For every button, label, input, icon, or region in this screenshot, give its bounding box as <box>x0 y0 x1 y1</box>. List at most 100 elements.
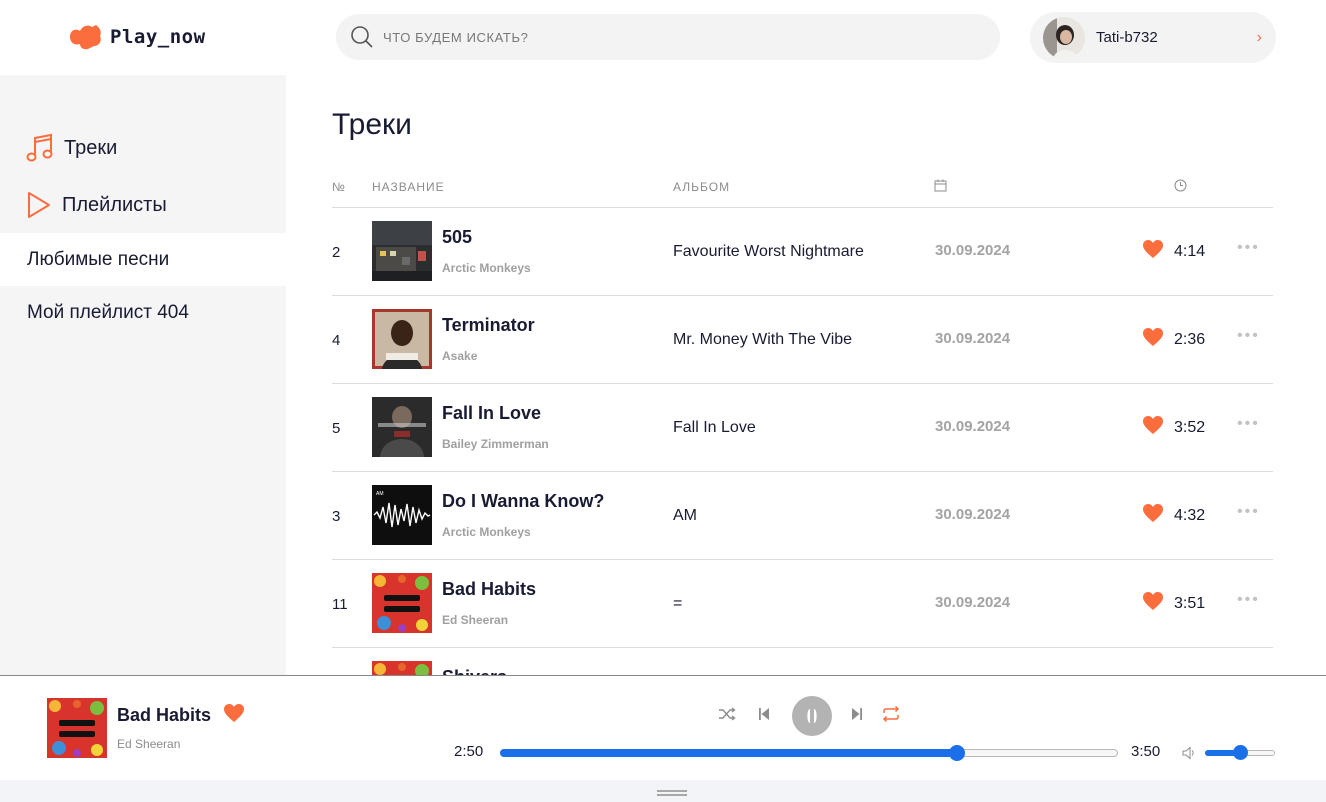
track-duration: 4:14 <box>1174 243 1206 260</box>
track-number: 11 <box>332 596 348 613</box>
sidebar: Треки Плейлисты Любимые песни Мой плейли… <box>0 75 286 675</box>
track-album[interactable]: Fall In Love <box>673 419 756 437</box>
shuffle-icon[interactable] <box>718 706 736 722</box>
album-cover <box>372 309 432 369</box>
more-options-button[interactable]: ••• <box>1237 503 1260 521</box>
track-artist[interactable]: Ed Sheeran <box>442 613 508 627</box>
logo-text: Play_now <box>110 26 206 48</box>
clock-icon <box>1174 179 1187 192</box>
sidebar-item-label: Плейлисты <box>62 193 167 216</box>
progress-fill <box>500 749 956 757</box>
track-album[interactable]: = <box>673 595 682 613</box>
track-number: 2 <box>332 244 341 261</box>
track-date: 30.09.2024 <box>935 594 1011 611</box>
progress-slider[interactable] <box>500 745 1118 761</box>
search-bar[interactable] <box>336 14 1000 60</box>
album-cover <box>372 397 432 457</box>
more-options-button[interactable]: ••• <box>1237 591 1260 609</box>
previous-track-icon[interactable] <box>758 707 770 721</box>
track-row[interactable]: 5 Fall In Love Bailey Zimmerman Fall In … <box>332 384 1273 472</box>
chevron-right-icon: › <box>1256 29 1262 46</box>
track-artist[interactable]: Asake <box>442 349 477 363</box>
track-row[interactable]: 2 505 Arctic Monkeys Favourite Worst Nig… <box>332 208 1273 296</box>
sidebar-item-label: Треки <box>64 136 118 159</box>
column-header-album: АЛЬБОМ <box>673 180 731 194</box>
track-album[interactable]: AM <box>673 507 697 525</box>
track-date: 30.09.2024 <box>935 506 1011 523</box>
track-artist[interactable]: Bailey Zimmerman <box>442 437 549 451</box>
album-cover <box>372 221 432 281</box>
sidebar-item-tracks[interactable]: Треки <box>26 133 117 163</box>
track-album[interactable]: Favourite Worst Nightmare <box>673 243 864 261</box>
heart-icon[interactable] <box>1142 503 1164 523</box>
track-row[interactable]: Shivers <box>332 648 1273 675</box>
track-number: 3 <box>332 508 341 525</box>
track-number: 4 <box>332 332 341 349</box>
playlist-label: Мой плейлист 404 <box>27 301 189 323</box>
more-options-button[interactable]: ••• <box>1237 415 1260 433</box>
pause-button[interactable] <box>792 696 832 736</box>
track-title[interactable]: Terminator <box>442 315 535 336</box>
heart-icon[interactable] <box>1142 415 1164 435</box>
more-options-button[interactable]: ••• <box>1237 239 1260 257</box>
playlist-item-favorites[interactable]: Любимые песни <box>0 233 286 286</box>
track-title[interactable]: Bad Habits <box>442 579 536 600</box>
track-album[interactable]: Mr. Money With The Vibe <box>673 331 852 349</box>
track-date: 30.09.2024 <box>935 242 1011 259</box>
heart-icon[interactable] <box>1142 591 1164 611</box>
current-time: 2:50 <box>454 743 484 760</box>
now-playing-title[interactable]: Bad Habits <box>117 705 211 726</box>
music-note-icon <box>26 133 53 162</box>
heart-icon[interactable] <box>1142 239 1164 259</box>
playlist-item-404[interactable]: Мой плейлист 404 <box>0 286 286 339</box>
column-header-number: № <box>332 180 346 194</box>
playlist-label: Любимые песни <box>27 248 170 270</box>
search-input[interactable] <box>383 29 943 45</box>
track-title[interactable]: 505 <box>442 227 472 248</box>
track-duration: 3:51 <box>1174 595 1206 612</box>
track-artist[interactable]: Arctic Monkeys <box>442 261 531 275</box>
track-row[interactable]: 3 AM Do I Wanna Know? Arctic Monkeys AM … <box>332 472 1273 560</box>
track-title[interactable]: Shivers <box>442 667 507 675</box>
track-artist[interactable]: Arctic Monkeys <box>442 525 531 539</box>
album-cover <box>372 573 432 633</box>
play-icon <box>28 192 50 218</box>
track-title[interactable]: Do I Wanna Know? <box>442 491 604 512</box>
repeat-icon[interactable] <box>881 705 901 723</box>
heart-icon[interactable] <box>223 703 245 723</box>
heart-icon[interactable] <box>1142 327 1164 347</box>
resize-handle[interactable] <box>657 790 687 796</box>
now-playing-cover <box>47 698 107 758</box>
track-row[interactable]: 11 Bad Habits Ed Sheeran = 30.09.2024 3:… <box>332 560 1273 648</box>
track-duration: 4:32 <box>1174 507 1206 524</box>
track-list: 2 505 Arctic Monkeys Favourite Worst Nig… <box>332 208 1273 675</box>
logo-icon <box>70 25 101 50</box>
track-row[interactable]: 4 Terminator Asake Mr. Money With The Vi… <box>332 296 1273 384</box>
header: Play_now Tati-b732 › <box>0 0 1326 75</box>
volume-slider[interactable] <box>1205 745 1275 760</box>
page-title: Треки <box>332 108 412 141</box>
logo[interactable]: Play_now <box>68 22 206 52</box>
progress-handle[interactable] <box>948 745 965 761</box>
column-header-name: НАЗВАНИЕ <box>372 180 445 194</box>
calendar-icon <box>934 179 947 192</box>
track-duration: 3:52 <box>1174 419 1206 436</box>
album-cover: AM <box>372 485 432 545</box>
svg-text:AM: AM <box>376 491 384 497</box>
now-playing-artist[interactable]: Ed Sheeran <box>117 737 180 751</box>
user-menu[interactable]: Tati-b732 › <box>1030 12 1276 63</box>
volume-handle[interactable] <box>1233 745 1248 760</box>
user-name: Tati-b732 <box>1096 29 1158 46</box>
player-bar: Bad Habits Ed Sheeran 2:50 3:50 <box>0 675 1326 780</box>
track-title[interactable]: Fall In Love <box>442 403 541 424</box>
more-options-button[interactable]: ••• <box>1237 327 1260 345</box>
volume-icon[interactable] <box>1182 746 1196 760</box>
sidebar-item-playlists[interactable]: Плейлисты <box>26 190 167 220</box>
track-duration: 2:36 <box>1174 331 1206 348</box>
avatar <box>1043 16 1085 59</box>
track-date: 30.09.2024 <box>935 330 1011 347</box>
pause-icon <box>807 709 817 723</box>
next-track-icon[interactable] <box>851 707 863 721</box>
album-cover <box>372 661 432 675</box>
total-time: 3:50 <box>1131 743 1161 760</box>
